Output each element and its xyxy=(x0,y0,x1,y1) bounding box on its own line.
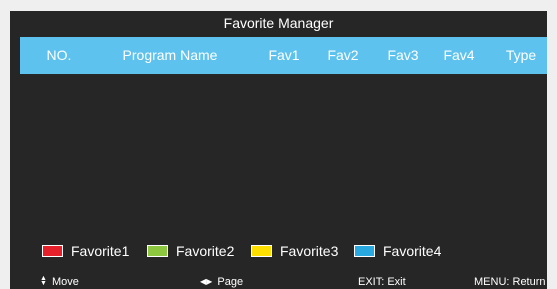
hint-move: ▲ ▼ Move xyxy=(40,275,79,289)
column-header-fav4: Fav4 xyxy=(443,47,475,63)
legend-label: Favorite3 xyxy=(280,243,339,259)
column-header-type: Type xyxy=(505,47,537,63)
red-swatch-icon xyxy=(42,245,63,257)
column-header-program-name: Program Name xyxy=(122,47,218,63)
column-header-fav3: Fav3 xyxy=(387,47,419,63)
up-down-arrows-icon: ▲ ▼ xyxy=(40,275,47,287)
legend-label: Favorite2 xyxy=(176,243,235,259)
hint-exit: EXIT: Exit xyxy=(358,276,406,288)
green-swatch-icon xyxy=(147,245,168,257)
blue-swatch-icon xyxy=(354,245,375,257)
column-header-no: NO. xyxy=(46,47,72,63)
column-header-fav1: Fav1 xyxy=(268,47,300,63)
column-header-fav2: Fav2 xyxy=(327,47,359,63)
key-hints-bar: ▲ ▼ Move ◀▶ Page EXIT: Exit MENU: Return xyxy=(10,275,547,289)
favorite-legend: Favorite1 Favorite2 Favorite3 Favorite4 xyxy=(10,240,547,262)
favorite-manager-dialog: Favorite Manager NO. Program Name Fav1 F… xyxy=(10,11,547,289)
hint-move-label: Move xyxy=(52,276,79,288)
yellow-swatch-icon xyxy=(251,245,272,257)
legend-label: Favorite1 xyxy=(71,243,130,259)
table-header: NO. Program Name Fav1 Fav2 Fav3 Fav4 Typ… xyxy=(20,37,547,74)
dialog-title: Favorite Manager xyxy=(223,15,334,31)
legend-label: Favorite4 xyxy=(383,243,442,259)
left-right-arrows-icon: ◀▶ xyxy=(200,277,213,286)
hint-page-label: Page xyxy=(217,276,244,288)
program-list[interactable] xyxy=(20,74,547,231)
hint-page: ◀▶ Page xyxy=(200,275,243,289)
hint-return: MENU: Return xyxy=(474,276,546,288)
